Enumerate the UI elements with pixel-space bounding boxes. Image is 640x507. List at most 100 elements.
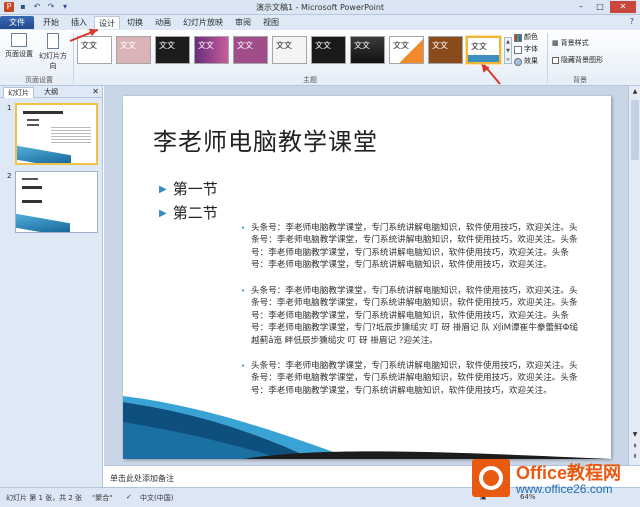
thumb-body-text xyxy=(51,127,91,145)
hide-background-label: 隐藏背景图形 xyxy=(561,56,603,64)
theme-sample-text: 文文 xyxy=(354,41,370,50)
bullet-text: 第二节 xyxy=(172,204,218,222)
fonts-icon xyxy=(514,45,522,54)
thumb-title-line xyxy=(22,178,38,180)
office-logo-icon xyxy=(472,459,510,497)
watermark-url: www.office26.com xyxy=(516,482,613,496)
tab-insert[interactable]: 插入 xyxy=(66,16,92,29)
close-icon[interactable]: ✕ xyxy=(610,1,636,13)
theme-sample-text: 文文 xyxy=(237,41,253,50)
theme-gallery-scroll[interactable]: ▲ ▼ ≡ xyxy=(504,37,512,64)
window-controls: – □ ✕ xyxy=(572,1,636,13)
slide-number: 2 xyxy=(7,172,12,180)
page-setup-button[interactable]: 页面设置 xyxy=(4,33,34,73)
close-pane-icon[interactable]: ✕ xyxy=(92,86,99,98)
scroll-up-icon[interactable]: ▲ xyxy=(630,88,640,96)
theme-5[interactable]: 文文 xyxy=(233,36,268,64)
thumb-bullet-line xyxy=(27,124,39,126)
page-setup-icon xyxy=(11,33,27,47)
background-styles-label: 背景样式 xyxy=(560,39,589,47)
orientation-icon xyxy=(47,33,59,49)
bullet-dot-icon: • xyxy=(241,224,246,232)
body-paragraph-1[interactable]: • 头条号：李老师电脑教学课堂，专门系统讲解电脑知识，软件使用技巧，欢迎关注。头条… xyxy=(241,222,581,272)
page-setup-label: 页面设置 xyxy=(5,50,33,58)
colors-label: 颜色 xyxy=(524,33,538,41)
bullet-dot-icon: • xyxy=(241,362,246,370)
minimize-icon[interactable]: – xyxy=(572,1,590,13)
tab-file[interactable]: 文件 xyxy=(0,16,34,29)
tab-transitions[interactable]: 切换 xyxy=(122,16,148,29)
slide-orientation-button[interactable]: 幻灯片方向 xyxy=(36,33,70,73)
bullet-triangle-icon: ▶ xyxy=(159,184,167,195)
bullet-item[interactable]: ▶ 第一节 xyxy=(159,178,218,199)
prev-slide-icon[interactable]: ⇞ xyxy=(630,443,640,451)
vertical-scrollbar[interactable]: ▲ ▼ ⇞ ⇟ xyxy=(628,86,640,465)
theme-name: "聚合" xyxy=(92,494,113,502)
tab-outline[interactable]: 大纲 xyxy=(40,87,62,98)
language-indicator[interactable]: 中文(中国) xyxy=(140,493,173,503)
theme-10[interactable]: 文文 xyxy=(428,36,463,64)
theme-8[interactable]: 文文 xyxy=(350,36,385,64)
theme-6[interactable]: 文文 xyxy=(272,36,307,64)
tab-review[interactable]: 审阅 xyxy=(230,16,256,29)
title-bar: P ▪ ↶ ↷ ▾ 演示文稿1 - Microsoft PowerPoint –… xyxy=(0,0,640,15)
colors-icon xyxy=(514,33,522,42)
help-icon[interactable]: ? xyxy=(630,17,634,26)
slide-thumbnail-2[interactable] xyxy=(15,171,98,233)
theme-7[interactable]: 文文 xyxy=(311,36,346,64)
scroll-down-icon[interactable]: ▼ xyxy=(630,431,640,439)
bullet-text: 第一节 xyxy=(172,180,218,198)
theme-sample-text: 文文 xyxy=(120,41,136,50)
theme-4[interactable]: 文文 xyxy=(194,36,229,64)
maximize-icon[interactable]: □ xyxy=(591,1,609,13)
spellcheck-icon[interactable]: ✓ xyxy=(126,493,132,501)
slides-pane: 幻灯片 大纲 ✕ 1 2 xyxy=(0,86,103,487)
theme-3[interactable]: 文文 xyxy=(155,36,190,64)
bullet-item[interactable]: ▶ 第二节 xyxy=(159,202,218,223)
thumb-swoosh xyxy=(17,144,71,163)
theme-sample-text: 文文 xyxy=(393,41,409,50)
body-paragraph-2[interactable]: • 头条号：李老师电脑教学课堂，专门系统讲解电脑知识，软件使用技巧，欢迎关注。头条… xyxy=(241,285,581,347)
watermark: Office教程网 www.office26.com xyxy=(472,455,638,503)
ribbon-design: 页面设置 幻灯片方向 页面设置 文文 文文 文文 文文 文文 文文 文文 文文 … xyxy=(0,30,640,86)
slides-pane-tabs: 幻灯片 大纲 ✕ xyxy=(0,86,102,98)
background-styles-button[interactable]: ▦ 背景样式 xyxy=(552,38,589,49)
theme-sample-text: 文文 xyxy=(315,41,331,50)
tab-view[interactable]: 视图 xyxy=(258,16,284,29)
notes-placeholder: 单击此处添加备注 xyxy=(110,474,174,483)
hide-background-checkbox[interactable]: 隐藏背景图形 xyxy=(552,55,603,66)
group-label-background: 背景 xyxy=(573,76,587,84)
slide-title[interactable]: 李老师电脑教学课堂 xyxy=(153,122,378,157)
thumb-swoosh xyxy=(16,212,70,232)
paragraph-text: 头条号：李老师电脑教学课堂，专门系统讲解电脑知识，软件使用技巧，欢迎关注。头条号… xyxy=(251,223,578,271)
thumb-heading-line xyxy=(22,186,42,189)
fonts-button[interactable]: 字体 xyxy=(514,44,538,55)
tab-slideshow[interactable]: 幻灯片放映 xyxy=(178,16,228,29)
theme-2[interactable]: 文文 xyxy=(116,36,151,64)
fonts-label: 字体 xyxy=(524,45,538,53)
checkbox-icon xyxy=(552,57,559,64)
thumb-title-line xyxy=(23,111,63,114)
theme-convergence-selected[interactable]: 文文 xyxy=(466,36,501,64)
slide-thumbnail-1[interactable] xyxy=(15,103,98,165)
group-label-themes: 主题 xyxy=(303,76,317,84)
slide-1[interactable]: 李老师电脑教学课堂 ▶ 第一节 ▶ 第二节 • 头条号：李老师电脑教学课堂，专门系统讲… xyxy=(123,96,611,459)
tab-home[interactable]: 开始 xyxy=(38,16,64,29)
effects-button[interactable]: 效果 xyxy=(514,56,538,67)
theme-office[interactable]: 文文 xyxy=(77,36,112,64)
group-separator xyxy=(547,33,548,83)
effects-icon xyxy=(514,57,522,66)
tab-animations[interactable]: 动画 xyxy=(150,16,176,29)
theme-sample-text: 文文 xyxy=(432,41,448,50)
scroll-thumb[interactable] xyxy=(631,100,639,160)
bullet-triangle-icon: ▶ xyxy=(159,208,167,219)
slide-swoosh-decoration xyxy=(123,396,611,459)
theme-9[interactable]: 文文 xyxy=(389,36,424,64)
theme-sample-text: 文文 xyxy=(276,41,292,50)
tab-slides[interactable]: 幻灯片 xyxy=(3,87,34,98)
colors-button[interactable]: 颜色 xyxy=(514,32,538,43)
thumb-bullet-line xyxy=(27,119,39,121)
theme-sample-text: 文文 xyxy=(198,41,214,50)
bullet-dot-icon: • xyxy=(241,287,246,295)
tab-design[interactable]: 设计 xyxy=(94,16,120,29)
